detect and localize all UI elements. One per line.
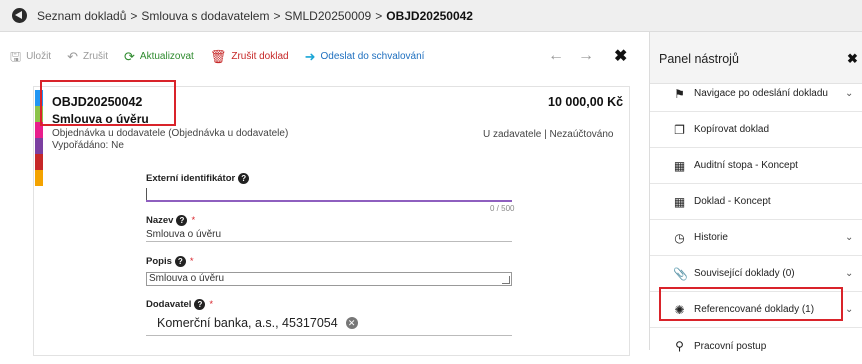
help-icon[interactable]: ? <box>174 256 186 267</box>
tools-panel-title: Panel nástrojů <box>659 52 739 66</box>
send-for-approval-button[interactable]: ➜ Odeslat do schvalování <box>305 50 425 63</box>
supplier-value: Komerční banka, a.s., 45317054 <box>157 316 338 330</box>
breadcrumb: Seznam dokladů > Smlouva s dodavatelem >… <box>0 0 862 32</box>
save-button[interactable]: 🖫 Uložit <box>10 50 51 63</box>
breadcrumb-current: OBJD20250042 <box>386 8 473 23</box>
supplier-chip[interactable]: Komerční banka, a.s., 45317054 ✕ <box>157 316 358 330</box>
panel-item-label: Auditní stopa - Koncept <box>694 160 798 171</box>
document-type: Objednávka u dodavatele (Objednávka u do… <box>52 128 289 139</box>
description-value: Smlouva o úvěru <box>149 273 225 284</box>
help-icon[interactable]: ? <box>194 299 206 310</box>
document-subject: Smlouva o úvěru <box>52 112 149 126</box>
document-number: OBJD20250042 <box>52 95 143 109</box>
description-textarea[interactable]: Smlouva o úvěru <box>146 272 512 286</box>
breadcrumb-separator: > <box>273 8 281 23</box>
save-icon: 🖫 <box>10 48 22 64</box>
panel-item-history[interactable]: ◷ Historie ⌄ <box>650 220 862 256</box>
paperclip-icon: 📎 <box>673 266 688 281</box>
resize-handle-icon[interactable] <box>502 276 510 284</box>
arrow-right-icon: ➜ <box>304 48 316 64</box>
required-mark: * <box>209 299 214 310</box>
save-label: Uložit <box>26 50 52 62</box>
help-icon[interactable]: ? <box>176 215 188 226</box>
cancel-document-label: Zrušit doklad <box>231 50 289 62</box>
required-mark: * <box>191 215 196 226</box>
description-label-text: Popis <box>146 256 172 267</box>
app-logo-icon[interactable] <box>12 8 27 23</box>
refresh-button[interactable]: ⟳ Aktualizovat <box>124 50 194 63</box>
category-stripe <box>35 170 43 186</box>
copy-icon: ❐ <box>674 122 685 137</box>
external-id-char-counter: 0 / 500 <box>490 204 515 213</box>
undo-icon: ↶ <box>67 48 78 64</box>
description-label: Popis ? * <box>146 256 194 267</box>
clear-supplier-icon[interactable]: ✕ <box>345 317 358 329</box>
category-stripe <box>35 106 43 122</box>
panel-item-audit-trail[interactable]: ▦ Auditní stopa - Koncept <box>650 148 862 184</box>
breadcrumb-item-supplier-contract[interactable]: Smlouva s dodavatelem <box>141 9 269 23</box>
next-arrow-icon[interactable]: → <box>578 47 594 65</box>
breadcrumb-item-document-list[interactable]: Seznam dokladů <box>37 9 126 23</box>
category-stripe <box>35 138 43 154</box>
name-underline <box>146 241 512 242</box>
refresh-icon: ⟳ <box>124 48 135 64</box>
panel-item-label: Související doklady (0) <box>694 268 795 279</box>
panel-item-label: Historie <box>694 232 728 243</box>
previous-arrow-icon[interactable]: ← <box>548 47 564 65</box>
document-amount: 10 000,00 Kč <box>548 95 624 109</box>
external-id-underline <box>146 200 512 202</box>
category-stripe <box>35 122 43 138</box>
external-id-label-text: Externí identifikátor <box>146 173 236 184</box>
supplier-label: Dodavatel ? * <box>146 299 213 310</box>
name-input[interactable]: Smlouva o úvěru <box>146 229 221 240</box>
panel-item-referenced-documents[interactable]: ✺ Referencované doklady (1) ⌄ <box>650 292 862 328</box>
share-icon: ⚲ <box>675 339 684 353</box>
cancel-label: Zrušit <box>83 50 108 62</box>
document-status: U zadavatele | Nezaúčtováno <box>483 129 614 140</box>
cancel-button[interactable]: ↶ Zrušit <box>67 50 108 63</box>
panel-item-workflow[interactable]: ⚲ Pracovní postup <box>650 328 862 364</box>
close-document-icon[interactable]: ✖ <box>614 46 627 66</box>
panel-item-label: Doklad - Koncept <box>694 196 771 207</box>
panel-item-navigation[interactable]: ⚑ Navigace po odeslání dokladu ⌄ <box>650 76 862 112</box>
panel-item-document-draft[interactable]: ▦ Doklad - Koncept <box>650 184 862 220</box>
send-for-approval-label: Odeslat do schvalování <box>320 50 425 62</box>
navigation-icon: ⚑ <box>674 86 685 101</box>
panel-item-label: Referencované doklady (1) <box>694 304 815 315</box>
help-icon[interactable]: ? <box>238 173 250 184</box>
chevron-down-icon[interactable]: ⌄ <box>845 268 853 279</box>
chevron-down-icon[interactable]: ⌄ <box>845 88 853 99</box>
name-label-text: Nazev <box>146 215 174 226</box>
pdf-icon: ▦ <box>673 158 686 173</box>
supplier-label-text: Dodavatel <box>146 299 192 310</box>
trash-icon: 🗑 <box>209 48 227 64</box>
panel-item-copy-document[interactable]: ❐ Kopírovat doklad <box>650 112 862 148</box>
chevron-down-icon[interactable]: ⌄ <box>845 232 853 243</box>
external-id-label: Externí identifikátor ? <box>146 173 250 184</box>
required-mark: * <box>189 256 194 267</box>
network-icon: ✺ <box>674 302 685 317</box>
panel-item-related-documents[interactable]: 📎 Související doklady (0) ⌄ <box>650 256 862 292</box>
chevron-down-icon[interactable]: ⌄ <box>845 304 853 315</box>
category-stripe <box>35 90 43 106</box>
category-stripe <box>35 154 43 170</box>
breadcrumb-item-contract-number[interactable]: SMLD20250009 <box>285 9 372 23</box>
cancel-document-button[interactable]: 🗑 Zrušit doklad <box>210 50 289 63</box>
breadcrumb-separator: > <box>130 8 138 23</box>
document-fulfilled-status: Vypořádáno: Ne <box>52 140 124 151</box>
panel-item-label: Kopírovat doklad <box>694 124 770 135</box>
panel-item-label: Navigace po odeslání dokladu <box>694 88 828 99</box>
supplier-underline <box>146 335 512 336</box>
record-navigation: ← → ✖ <box>548 40 641 72</box>
tools-panel: Panel nástrojů ✖ ⚑ Navigace po odeslání … <box>649 32 862 353</box>
category-stripes <box>35 90 43 186</box>
close-panel-icon[interactable]: ✖ <box>847 51 858 67</box>
clock-icon: ◷ <box>674 230 685 245</box>
breadcrumb-separator: > <box>375 8 383 23</box>
pdf-icon: ▦ <box>673 194 686 209</box>
refresh-label: Aktualizovat <box>139 50 194 62</box>
name-label: Nazev ? * <box>146 215 195 226</box>
